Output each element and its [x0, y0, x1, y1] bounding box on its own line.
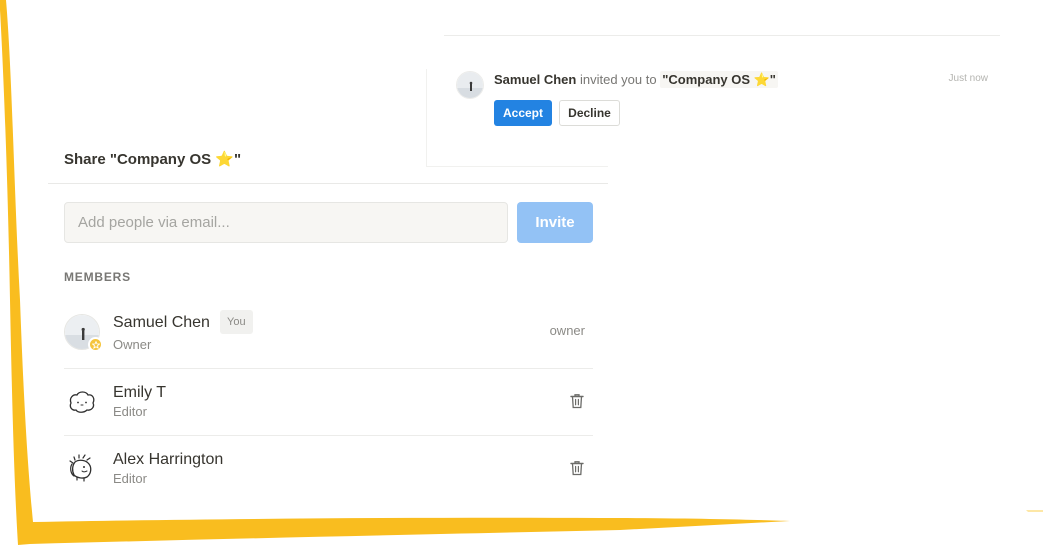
decline-button[interactable]: Decline: [559, 100, 620, 126]
notification-document-link[interactable]: "Company OS ⭐": [660, 71, 778, 88]
member-row: Alex Harrington Editor: [64, 435, 593, 502]
member-role: Editor: [113, 471, 147, 486]
photo-avatar-icon: [457, 72, 483, 98]
trash-icon: [570, 394, 584, 409]
notification-sender: Samuel Chen: [494, 72, 577, 87]
notification-timestamp: Just now: [948, 73, 988, 84]
member-row: Samuel Chen You Owner owner: [64, 302, 593, 369]
divider: [48, 183, 608, 184]
divider: [426, 166, 608, 167]
doodle-face-avatar-icon: [69, 391, 95, 413]
avatar: [64, 383, 100, 419]
member-role: Owner: [113, 337, 152, 352]
accept-button[interactable]: Accept: [494, 100, 552, 126]
members-heading: MEMBERS: [64, 270, 131, 284]
member-role: Editor: [113, 404, 147, 419]
avatar: [456, 71, 484, 99]
member-name: Samuel Chen: [113, 314, 210, 331]
doodle-hedgehog-avatar-icon: [69, 454, 92, 482]
notification-action: invited you to: [579, 72, 657, 87]
notification-message: Samuel Chen invited you to "Company OS ⭐…: [494, 71, 778, 88]
member-permission: owner: [549, 323, 585, 338]
divider: [426, 69, 427, 167]
trash-icon: [570, 461, 584, 476]
divider: [444, 35, 1000, 36]
invite-button[interactable]: Invite: [517, 202, 593, 243]
you-badge: You: [220, 310, 253, 334]
member-row: Emily T Editor: [64, 368, 593, 435]
avatar: [64, 314, 103, 352]
share-title: Share "Company OS ⭐": [64, 151, 242, 168]
owner-star-badge-icon: [88, 337, 103, 352]
member-name: Alex Harrington: [113, 451, 224, 468]
invite-notification: Samuel Chen invited you to "Company OS ⭐…: [426, 35, 1000, 167]
member-name: Emily T: [113, 384, 167, 401]
email-invite-input[interactable]: [64, 202, 508, 243]
remove-member-button[interactable]: [569, 459, 585, 477]
avatar: [64, 450, 100, 486]
remove-member-button[interactable]: [569, 392, 585, 410]
